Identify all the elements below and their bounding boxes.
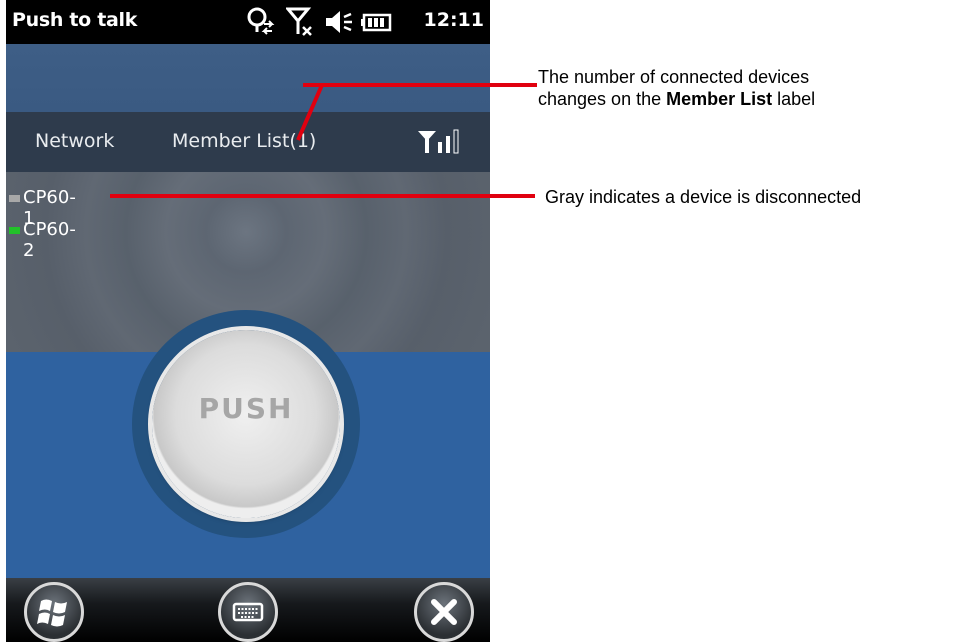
- annotation-line-2: changes on the Member List label: [538, 88, 958, 110]
- annotation-gray-status: Gray indicates a device is disconnected: [545, 187, 862, 207]
- annotation-text: changes on the: [538, 89, 667, 109]
- annotation-text: label: [772, 89, 816, 109]
- annotation-bold-label: Member List: [666, 89, 773, 109]
- annotation-member-count: The number of connected devices changes …: [538, 66, 958, 110]
- annotation-line-1: The number of connected devices: [538, 67, 810, 87]
